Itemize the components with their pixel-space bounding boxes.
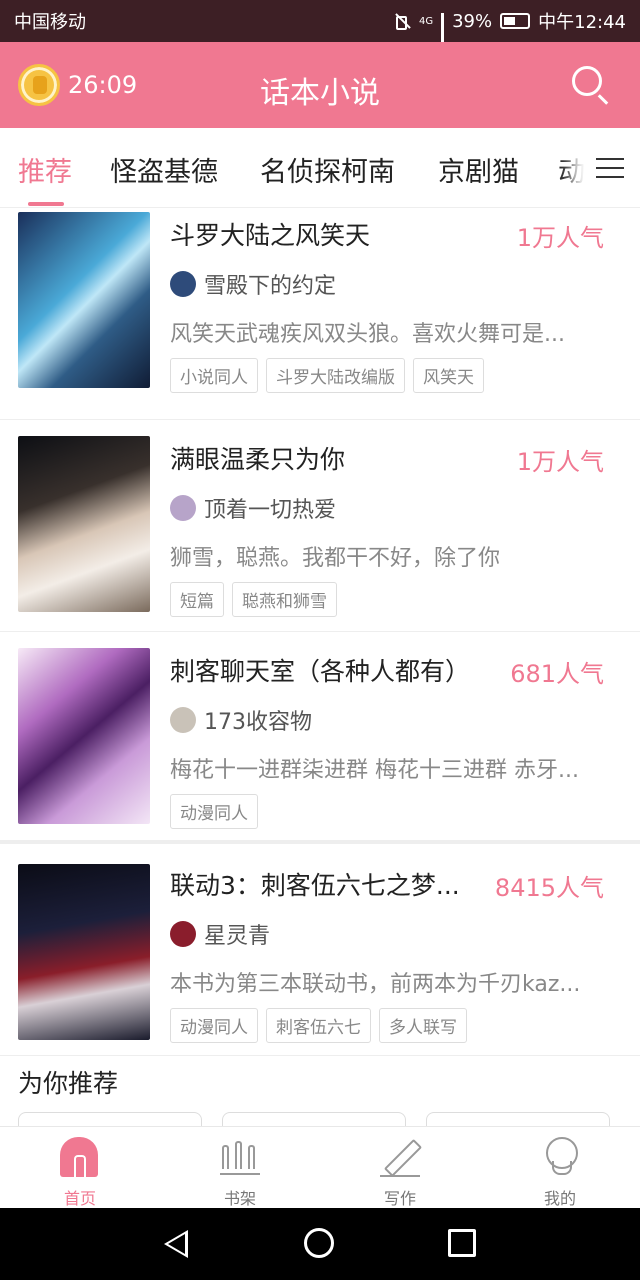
book-item[interactable]: 满眼温柔只为你 1万人气 顶着一切热爱 狮雪，聪燕。我都干不好，除了你 短篇 聪… [0,420,640,632]
network-type: 4G [418,15,434,27]
home-icon [60,1137,98,1179]
tag-list: 小说同人 斗罗大陆改编版 风笑天 [170,358,484,393]
top-bar: 26:09 话本小说 [0,42,640,128]
author-name: 顶着一切热爱 [204,498,337,523]
book-tag[interactable]: 聪燕和狮雪 [232,582,337,617]
book-description: 狮雪，聪燕。我都干不好，除了你 [170,546,501,571]
battery-percent: 39% [452,10,493,32]
status-time: 中午12:44 [538,12,626,33]
pen-icon [380,1135,420,1177]
book-item[interactable]: 刺客聊天室（各种人都有） 681人气 173收容物 梅花十一进群柒进群 梅花十三… [0,632,640,844]
book-tag[interactable]: 小说同人 [170,358,258,393]
tab-detective-conan[interactable]: 名侦探柯南 [260,150,395,189]
author-name: 173收容物 [204,710,312,735]
book-tag[interactable]: 动漫同人 [170,794,258,829]
home-circle-icon[interactable] [304,1228,334,1258]
nav-label: 首页 [63,1189,96,1208]
battery-icon [500,13,531,29]
nav-label: 写作 [383,1189,416,1208]
book-list: 斗罗大陆之风笑天 1万人气 雪殿下的约定 风笑天武魂疾风双头狼。喜欢火舞可是..… [0,208,640,1056]
book-description: 梅花十一进群柒进群 梅花十三进群 赤牙... [170,758,579,783]
nav-label: 书架 [223,1189,256,1208]
book-title[interactable]: 满眼温柔只为你 [170,440,345,476]
tab-jingju-cat[interactable]: 京剧猫 [438,150,519,189]
book-item[interactable]: 联动3：刺客伍六七之梦... 8415人气 星灵青 本书为第三本联动书，前两本为… [0,844,640,1056]
book-item[interactable]: 斗罗大陆之风笑天 1万人气 雪殿下的约定 风笑天武魂疾风双头狼。喜欢火舞可是..… [0,208,640,420]
author-row[interactable]: 173收容物 [170,704,312,736]
popularity: 1万人气 [516,448,604,476]
author-avatar [170,495,196,521]
popularity: 681人气 [510,660,604,688]
category-tabs: 推荐 怪盗基德 名侦探柯南 京剧猫 动漫 [0,128,640,208]
book-tag[interactable]: 斗罗大陆改编版 [266,358,405,393]
nav-bookshelf[interactable]: 书架 [160,1127,320,1208]
search-icon[interactable] [572,66,602,96]
status-indicators: 4G 39% 中午12:44 [393,8,626,51]
author-avatar [170,707,196,733]
system-navigation-bar [0,1208,640,1280]
nav-profile[interactable]: 我的 [480,1127,640,1208]
book-title[interactable]: 刺客聊天室（各种人都有） [170,652,470,688]
popularity: 1万人气 [516,224,604,252]
tab-kaitou-kid[interactable]: 怪盗基德 [110,150,218,189]
book-cover[interactable] [18,212,150,388]
book-cover[interactable] [18,864,150,1040]
carrier-name: 中国移动 [14,12,86,33]
book-description: 风笑天武魂疾风双头狼。喜欢火舞可是... [170,322,565,347]
book-tag[interactable]: 动漫同人 [170,1008,258,1043]
book-tag[interactable]: 刺客伍六七 [266,1008,371,1043]
menu-icon[interactable] [584,142,640,194]
author-avatar [170,921,196,947]
book-cover[interactable] [18,648,150,824]
tag-list: 动漫同人 刺客伍六七 多人联写 [170,1008,467,1043]
back-icon[interactable] [164,1230,188,1258]
book-title[interactable]: 斗罗大陆之风笑天 [170,216,370,252]
book-description: 本书为第三本联动书，前两本为千刃kaz... [170,972,581,997]
author-name: 星灵青 [204,924,271,949]
bookshelf-icon [220,1137,260,1175]
book-tag[interactable]: 风笑天 [413,358,484,393]
bottom-navigation: 首页 书架 写作 我的 [0,1126,640,1208]
author-name: 雪殿下的约定 [204,274,337,299]
author-avatar [170,271,196,297]
tab-recommend[interactable]: 推荐 [18,150,72,189]
nav-write[interactable]: 写作 [320,1127,480,1208]
app-title: 话本小说 [260,76,380,111]
nav-label: 我的 [543,1189,576,1208]
popularity: 8415人气 [494,874,604,902]
book-tag[interactable]: 多人联写 [379,1008,467,1043]
signal-icon [441,13,445,51]
author-row[interactable]: 顶着一切热爱 [170,492,336,524]
recent-apps-icon[interactable] [448,1229,476,1257]
active-tab-indicator [28,202,64,206]
book-cover[interactable] [18,436,150,612]
tag-list: 动漫同人 [170,794,258,829]
mute-icon [393,12,411,30]
recommend-section-title: 为你推荐 [18,1069,119,1098]
author-row[interactable]: 雪殿下的约定 [170,268,336,300]
nav-home[interactable]: 首页 [0,1127,160,1208]
tag-list: 短篇 聪燕和狮雪 [170,582,337,617]
profile-icon [544,1137,578,1177]
book-tag[interactable]: 短篇 [170,582,224,617]
status-bar: 中国移动 4G 39% 中午12:44 [0,0,640,51]
author-row[interactable]: 星灵青 [170,918,270,950]
book-title[interactable]: 联动3：刺客伍六七之梦... [170,866,460,902]
